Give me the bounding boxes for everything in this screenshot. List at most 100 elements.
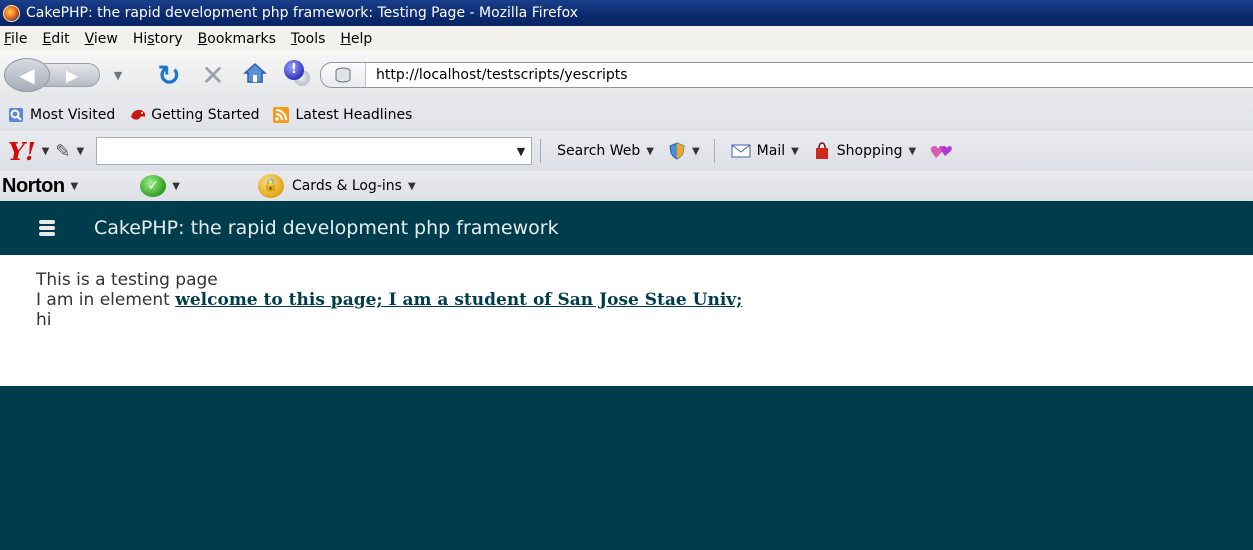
menu-view-label: iew: [93, 30, 118, 47]
mail-label: Mail: [756, 143, 786, 159]
stop-button[interactable]: ✕: [196, 59, 230, 92]
home-button[interactable]: [238, 62, 272, 88]
bookmark-getting-started[interactable]: Getting Started: [129, 107, 259, 123]
cards-logins-button[interactable]: Cards & Log-ins: [292, 178, 402, 194]
shield-button[interactable]: [668, 142, 686, 160]
toolbar-separator: [713, 139, 715, 163]
norton-logo-button[interactable]: Norton: [2, 175, 65, 198]
content-line-1: This is a testing page: [36, 270, 218, 290]
menu-file[interactable]: File: [4, 31, 27, 47]
welcome-link[interactable]: welcome to this page; I am a student of …: [175, 290, 742, 310]
menu-bar: File Edit View History Bookmarks Tools H…: [0, 26, 1253, 51]
menu-edit-mnemonic: E: [42, 30, 52, 47]
shopping-bag-icon: [815, 142, 828, 159]
menu-bookmarks[interactable]: Bookmarks: [198, 31, 276, 47]
menu-bookmarks-label: ookmarks: [207, 30, 276, 47]
back-button[interactable]: ◀: [4, 58, 50, 92]
home-icon: [243, 62, 267, 83]
menu-bookmarks-mnemonic: B: [197, 30, 208, 47]
search-web-dropdown-icon[interactable]: ▼: [646, 146, 654, 157]
norton-toolbar: Norton ▼ ✓ ▼ 🔒 Cards & Log-ins ▼: [0, 171, 1253, 201]
content-line-3: hi: [36, 310, 52, 330]
forward-button[interactable]: ▶: [44, 63, 100, 87]
search-history-dropdown-icon[interactable]: ▼: [517, 145, 525, 158]
pencil-dropdown-icon[interactable]: ▼: [76, 146, 84, 157]
cake-layer-middle: [39, 226, 55, 230]
mail-button[interactable]: Mail: [731, 143, 785, 159]
page-content: This is a testing page I am in element w…: [36, 270, 1216, 330]
yahoo-logo-button[interactable]: Y!: [8, 137, 36, 166]
shield-icon: [669, 142, 685, 160]
search-web-label: Search Web: [557, 143, 641, 159]
menu-view-mnemonic: V: [84, 30, 94, 47]
forward-arrow-icon: ▶: [65, 65, 79, 85]
url-text[interactable]: http://localhost/testscripts/yescripts: [366, 67, 628, 83]
menu-file-mnemonic: F: [4, 30, 12, 47]
site-identity-button[interactable]: [321, 63, 366, 87]
lock-icon[interactable]: 🔒: [257, 174, 284, 198]
content-line-2: I am in element welcome to this page; I …: [36, 290, 1216, 310]
back-forward-group: ▶ ◀ ▼: [4, 58, 134, 92]
norton-safe-web-button[interactable]: !: [280, 58, 314, 92]
menu-help[interactable]: Help: [340, 31, 372, 47]
yahoo-toolbar: Y! ▼ ✎ ▼ ▼ Search Web ▼ ▼ Mail ▼ Shoppin…: [0, 131, 1253, 171]
chevron-down-icon: ▼: [113, 68, 123, 82]
page-header: CakePHP: the rapid development php frame…: [0, 201, 1253, 255]
menu-history-mnemonic: s: [147, 30, 155, 47]
firefox-logo-icon: [3, 4, 20, 22]
menu-history-label: tory: [154, 30, 183, 47]
getting-started-icon: [129, 107, 146, 123]
menu-view[interactable]: View: [85, 31, 118, 47]
page-footer: [0, 386, 1253, 550]
reload-button[interactable]: ↻: [152, 59, 186, 92]
menu-history[interactable]: History: [133, 31, 183, 47]
navigation-toolbar: ▶ ◀ ▼ ↻ ✕ ! http://localhost/testscripts…: [0, 51, 1253, 99]
bookmark-latest-headlines[interactable]: Latest Headlines: [273, 107, 412, 123]
shopping-button[interactable]: Shopping: [813, 142, 903, 160]
content-line-2-prefix: I am in element: [36, 290, 176, 310]
mail-dropdown-icon[interactable]: ▼: [791, 146, 799, 157]
toolbar-separator: [540, 139, 542, 163]
back-arrow-icon: ◀: [19, 63, 35, 87]
menu-help-label: elp: [350, 30, 373, 47]
cards-logins-label: Cards & Log-ins: [291, 178, 402, 194]
bookmark-most-visited[interactable]: Most Visited: [8, 107, 115, 123]
menu-tools[interactable]: Tools: [291, 31, 326, 47]
checkmark-dropdown-icon[interactable]: ▼: [172, 181, 180, 192]
bookmark-label: Most Visited: [30, 107, 116, 123]
page-header-title[interactable]: CakePHP: the rapid development php frame…: [94, 217, 559, 239]
menu-edit-label: dit: [51, 30, 70, 47]
checkmark-icon[interactable]: ✓: [140, 175, 167, 197]
menu-tools-label: ools: [297, 30, 326, 47]
window-title-bar[interactable]: CakePHP: the rapid development php frame…: [0, 0, 1253, 26]
window-title: CakePHP: the rapid development php frame…: [26, 5, 579, 21]
reload-icon: ↻: [157, 58, 181, 92]
menu-help-mnemonic: H: [340, 30, 351, 47]
menu-file-label: ile: [11, 30, 28, 47]
yahoo-search-input[interactable]: ▼: [96, 137, 533, 165]
cake-layer-bottom: [39, 232, 55, 236]
site-database-icon: [335, 67, 351, 83]
cards-logins-dropdown-icon[interactable]: ▼: [408, 181, 416, 192]
menu-history-prefix: Hi: [132, 30, 148, 47]
norton-dropdown-icon[interactable]: ▼: [71, 181, 79, 192]
yahoo-menu-dropdown-icon[interactable]: ▼: [42, 146, 50, 157]
history-dropdown-button[interactable]: ▼: [108, 66, 128, 84]
menu-edit[interactable]: Edit: [42, 31, 69, 47]
most-visited-icon: [8, 107, 24, 123]
cake-layer-top: [39, 220, 55, 224]
hearts-button[interactable]: [930, 142, 953, 160]
bookmark-label: Getting Started: [151, 107, 260, 123]
shopping-label: Shopping: [836, 143, 903, 159]
pencil-icon[interactable]: ✎: [55, 141, 70, 162]
address-bar[interactable]: http://localhost/testscripts/yescripts: [320, 62, 1253, 88]
cakephp-logo-icon: [38, 219, 56, 237]
hearts-icon: [931, 146, 953, 158]
search-web-button[interactable]: Search Web: [557, 143, 640, 159]
rss-feed-icon: [273, 107, 290, 123]
bookmarks-toolbar: Most Visited Getting Started Latest Head…: [0, 99, 1253, 131]
mail-icon: [731, 144, 751, 158]
shield-dropdown-icon[interactable]: ▼: [692, 146, 700, 157]
norton-safe-web-icon: !: [284, 60, 304, 80]
shopping-dropdown-icon[interactable]: ▼: [909, 146, 917, 157]
